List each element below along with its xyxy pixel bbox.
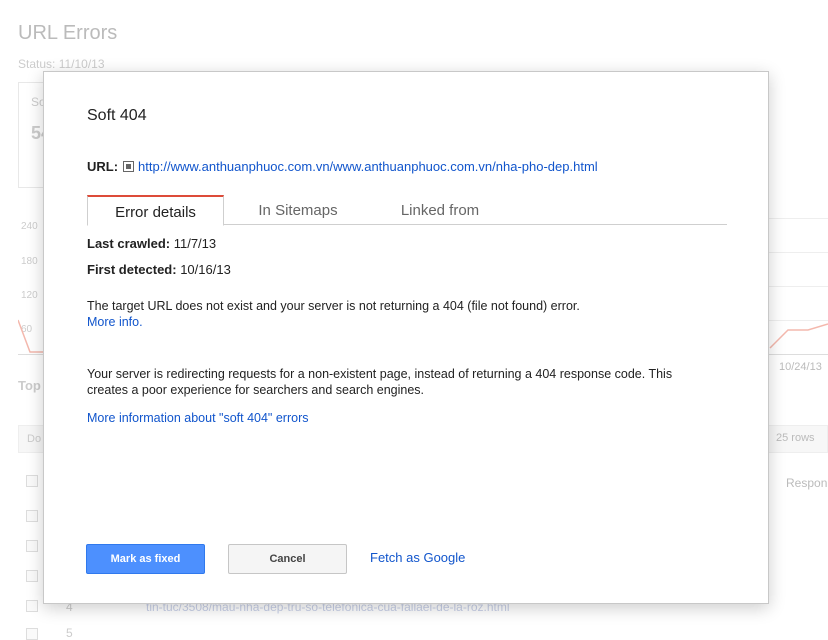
x-tick-label: 10/24/13 <box>779 361 822 373</box>
soft-404-info-link[interactable]: More information about "soft 404" errors <box>87 411 308 425</box>
select-all-checkbox[interactable] <box>26 475 38 487</box>
status-text: Status: 11/10/13 <box>18 57 105 71</box>
page-title: URL Errors <box>18 22 118 44</box>
url-link[interactable]: http://www.anthuanphuoc.com.vn/www.anthu… <box>138 159 598 174</box>
download-button[interactable]: Do <box>27 433 41 445</box>
error-description: The target URL does not exist and your s… <box>87 298 707 330</box>
tab-in-sitemaps[interactable]: In Sitemaps <box>234 195 362 225</box>
tab-bar: Error details In Sitemaps Linked from <box>87 195 727 226</box>
column-header-response[interactable]: Respon <box>786 476 827 490</box>
dialog-title: Soft 404 <box>87 107 147 124</box>
first-detected: First detected: 10/16/13 <box>87 262 231 277</box>
row-checkbox[interactable] <box>26 600 38 612</box>
last-crawled-label: Last crawled: <box>87 236 171 251</box>
tab-linked-from[interactable]: Linked from <box>377 195 503 225</box>
first-detected-value: 10/16/13 <box>180 262 231 277</box>
more-info-link[interactable]: More info. <box>87 315 143 329</box>
cancel-button[interactable]: Cancel <box>228 544 347 574</box>
error-description-text: The target URL does not exist and your s… <box>87 299 580 313</box>
external-link-icon[interactable] <box>123 161 135 172</box>
mark-as-fixed-button[interactable]: Mark as fixed <box>86 544 205 574</box>
soft-404-dialog: Soft 404 URL: http://www.anthuanphuoc.com… <box>43 71 769 604</box>
row-checkbox[interactable] <box>26 628 38 640</box>
row-checkbox[interactable] <box>26 540 38 552</box>
chart-series-right <box>769 323 828 349</box>
first-detected-label: First detected: <box>87 262 177 277</box>
fetch-as-google-link[interactable]: Fetch as Google <box>370 550 465 565</box>
url-row: URL: http://www.anthuanphuoc.com.vn/www.a… <box>87 159 598 174</box>
tab-error-details[interactable]: Error details <box>87 195 224 226</box>
last-crawled-value: 11/7/13 <box>173 236 217 251</box>
last-crawled: Last crawled: 11/7/13 <box>87 236 216 251</box>
row-number: 5 <box>66 626 73 640</box>
row-checkbox[interactable] <box>26 510 38 522</box>
url-label: URL: <box>87 159 119 174</box>
section-heading: Top <box>18 378 41 393</box>
error-explanation: Your server is redirecting requests for … <box>87 367 673 397</box>
row-checkbox[interactable] <box>26 570 38 582</box>
rows-per-page-select[interactable]: 25 rows <box>776 432 815 444</box>
